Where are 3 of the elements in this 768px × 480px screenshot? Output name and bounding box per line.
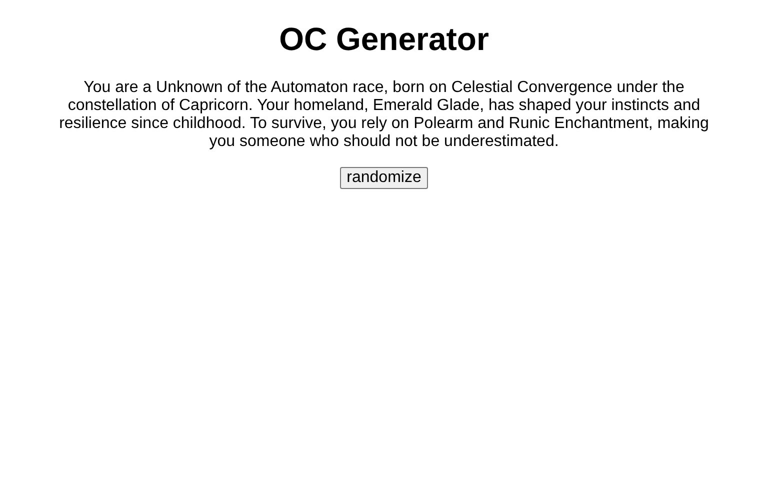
page-title: OC Generator	[279, 21, 489, 58]
character-description: You are a Unknown of the Automaton race, born on Celestial Convergence under the constellation of Capricorn. Your homeland, Emerald Glade, has shaped your instincts and resilience since childhood. To survive, you rely on Polearm and Runic Enchantment, making you someone who should not be underestimated.	[58, 79, 710, 151]
randomize-button[interactable]: randomize	[340, 167, 428, 189]
